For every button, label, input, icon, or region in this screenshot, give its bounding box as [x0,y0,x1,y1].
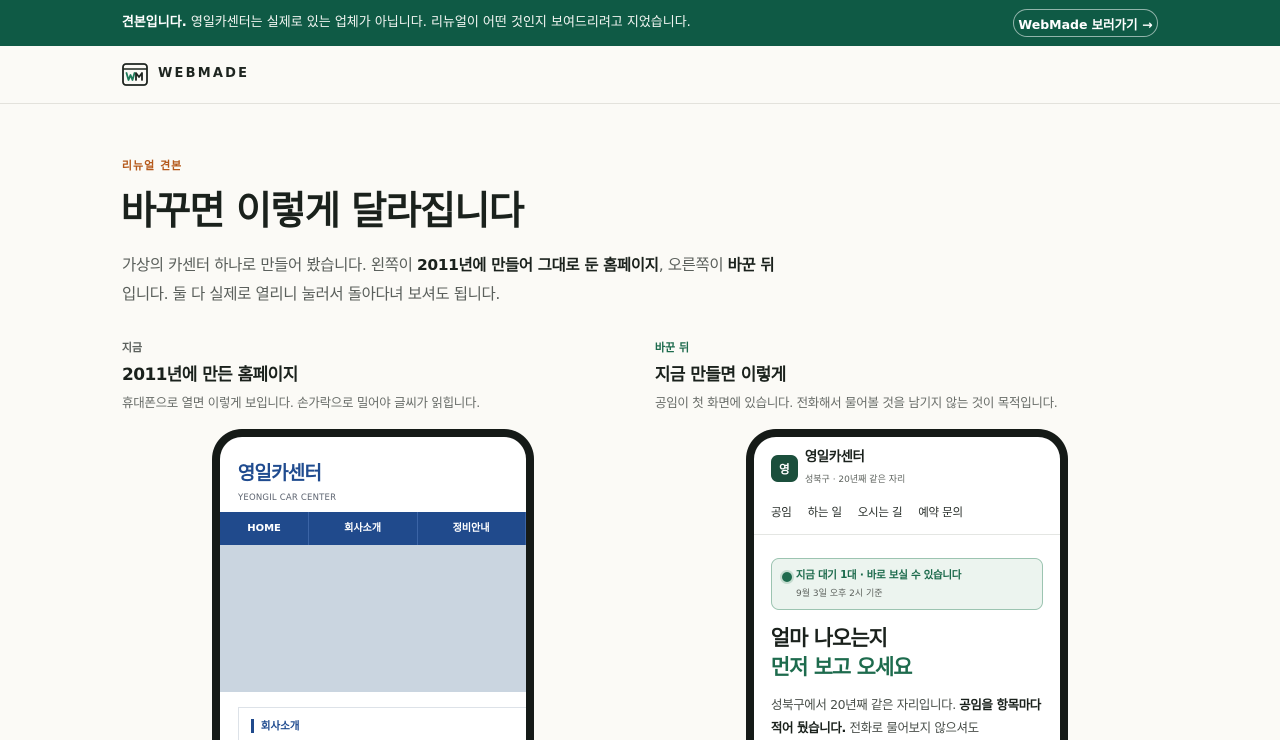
left-column-subtitle: 휴대폰으로 열면 이렇게 보입니다. 손가락으로 밀어야 글씨가 읽힙니다. [122,395,480,410]
old-nav-service[interactable]: 정비안내 [418,512,526,545]
old-site-brand-sub: YEONGIL CAR CENTER [238,493,337,503]
new-nav-directions[interactable]: 오시는 길 [858,502,903,522]
hero-desc-bold: 바꾼 뒤 [727,256,775,274]
section-bar [251,719,254,733]
old-site-nav: HOME 회사소개 정비안내 [220,512,526,545]
body-part: 성북구에서 20년째 같은 자리입니다. [771,697,960,712]
banner-bold: 견본입니다. [122,15,187,30]
new-site-headline: 얼마 나오는지 [771,626,888,650]
old-site-screen[interactable]: 영일카센터 YEONGIL CAR CENTER HOME 회사소개 정비안내 … [220,437,526,740]
site-header: WEBMADE [0,46,1280,104]
hero-desc-part: 입니다. 둘 다 실제로 열리니 눌러서 돌아다녀 보셔도 됩니다. [122,285,500,303]
new-site-nav: 공임 하는 일 오시는 길 예약 문의 [771,502,963,522]
banner-text: 견본입니다. 영일카센터는 실제로 있는 업체가 아닙니다. 리뉴얼이 어떤 것… [122,0,691,46]
new-site-phone-mockup: 영 영일카센터 성북구 · 20년째 같은 자리 공임 하는 일 오시는 길 예… [746,429,1068,740]
hero-title: 바꾸면 이렇게 달라집니다 [121,189,525,234]
wait-status-card: 지금 대기 1대 · 바로 보실 수 있습니다 9월 3일 오후 2시 기준 [771,558,1043,610]
hero-desc-part: 가상의 카센터 하나로 만들어 봤습니다. 왼쪽이 [122,256,418,274]
left-column-title: 2011년에 만든 홈페이지 [122,365,298,385]
new-nav-labor-cost[interactable]: 공임 [771,502,792,522]
webmade-link-button[interactable]: WebMade 보러가기 → [1013,9,1158,37]
old-site-phone-mockup: 영일카센터 YEONGIL CAR CENTER HOME 회사소개 정비안내 … [212,429,534,740]
new-site-headline-accent: 먼저 보고 오세요 [771,655,913,679]
wait-status-title: 지금 대기 1대 · 바로 보실 수 있습니다 [796,569,962,581]
new-site-screen[interactable]: 영 영일카센터 성북구 · 20년째 같은 자리 공임 하는 일 오시는 길 예… [754,437,1060,740]
hero-desc-bold: 2011년에 만들어 그대로 둔 홈페이지 [417,256,659,274]
old-site-banner-image [220,545,526,692]
new-site-meta: 성북구 · 20년째 같은 자리 [805,475,906,485]
right-column-tag: 바꾼 뒤 [655,341,690,354]
right-column-subtitle: 공임이 첫 화면에 있습니다. 전화해서 물어볼 것을 남기지 않는 것이 목적… [655,395,1058,410]
hero-eyebrow: 리뉴얼 견본 [122,159,183,172]
new-site-logo-avatar[interactable]: 영 [771,455,798,482]
webmade-logo-icon[interactable] [122,63,148,86]
banner-message: 영일카센터는 실제로 있는 업체가 아닙니다. 리뉴얼이 어떤 것인지 보여드리… [186,15,691,30]
old-nav-about[interactable]: 회사소개 [309,512,418,545]
new-site-name[interactable]: 영일카센터 [805,447,865,467]
hero-desc-part: , 오른쪽이 [658,256,728,274]
left-column-tag: 지금 [122,341,143,354]
right-column-title: 지금 만들면 이렇게 [655,365,787,385]
nav-divider [754,534,1060,535]
new-nav-reservation[interactable]: 예약 문의 [918,502,963,522]
body-part: 전화로 물어보지 않으셔도 [845,720,979,735]
old-site-about-box: 회사소개 [238,707,526,740]
sample-notice-banner: 견본입니다. 영일카센터는 실제로 있는 업체가 아닙니다. 리뉴얼이 어떤 것… [0,0,1280,46]
hero-description: 가상의 카센터 하나로 만들어 봤습니다. 왼쪽이 2011년에 만들어 그대로… [122,251,782,309]
status-dot-icon [780,570,794,584]
old-site-brand[interactable]: 영일카센터 [238,461,322,485]
old-nav-home[interactable]: HOME [220,512,310,545]
brand-name[interactable]: WEBMADE [158,64,249,84]
old-site-about-title: 회사소개 [261,720,300,732]
wait-status-time: 9월 3일 오후 2시 기준 [796,589,883,599]
new-nav-services[interactable]: 하는 일 [808,502,843,522]
new-site-body: 성북구에서 20년째 같은 자리입니다. 공임을 항목마다 적어 뒀습니다. 전… [771,693,1047,739]
